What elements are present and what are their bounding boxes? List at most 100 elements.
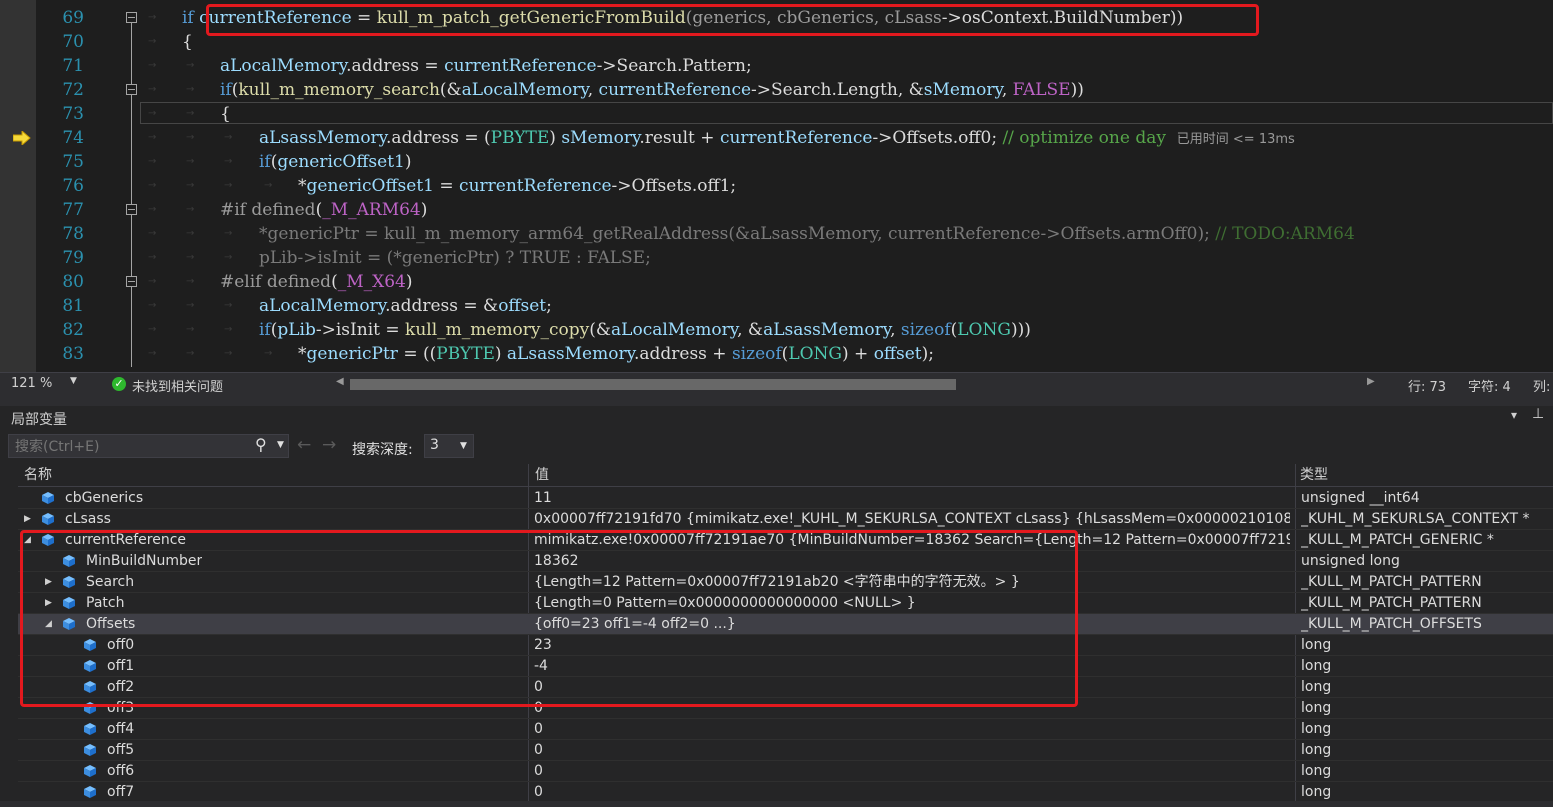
field-cube-icon <box>84 723 96 735</box>
code-line-72[interactable]: 72 → → if(kull_m_memory_search(&aLocalMem… <box>0 78 1553 102</box>
variable-value[interactable]: {Length=12 Pattern=0x00007ff72191ab20 <字… <box>534 572 1290 593</box>
code-editor[interactable]: 69 → if currentReference = kull_m_patch_… <box>0 0 1553 372</box>
line-number: 73 <box>62 104 84 124</box>
col-indicator: 列: <box>1533 380 1551 395</box>
field-cube-icon <box>84 660 96 672</box>
arrow-left-icon[interactable]: ← <box>297 435 311 455</box>
table-row[interactable]: MinBuildNumber 18362 unsigned long <box>18 551 1553 572</box>
collapse-arrow-icon[interactable]: ◢ <box>24 530 31 551</box>
locals-grid[interactable]: 名称 值 类型 cbGenerics 11 unsigned __int64 ▶ cLs… <box>18 464 1553 807</box>
field-cube-icon <box>84 744 96 756</box>
line-number: 70 <box>62 32 84 52</box>
variable-name: Search <box>86 574 135 590</box>
code-line-76[interactable]: 76 → → → → *genericOffset1 = currentReferen… <box>0 174 1553 198</box>
variable-value[interactable]: {Length=0 Pattern=0x0000000000000000 <NU… <box>534 593 1290 614</box>
perf-tip: 已用时间 <= 13ms <box>1176 132 1295 147</box>
horizontal-scrollbar[interactable] <box>350 379 956 390</box>
chevron-down-icon[interactable]: ▼ <box>70 376 77 386</box>
collapse-arrow-icon[interactable]: ◢ <box>45 614 52 635</box>
column-header-type[interactable]: 类型 <box>1300 464 1328 486</box>
table-row[interactable]: cbGenerics 11 unsigned __int64 <box>18 488 1553 509</box>
table-row[interactable]: off0 23 long <box>18 635 1553 656</box>
table-row[interactable]: off4 0 long <box>18 719 1553 740</box>
variable-value[interactable]: {off0=23 off1=-4 off2=0 ...} <box>534 614 1290 635</box>
line-number: 72 <box>62 80 84 100</box>
variable-value[interactable]: 0 <box>534 740 1290 761</box>
variable-value[interactable]: 0 <box>534 698 1290 719</box>
collapse-toggle-icon[interactable] <box>126 276 137 287</box>
variable-name: currentReference <box>65 532 187 548</box>
code-line-75[interactable]: 75 → → → if(genericOffset1) <box>0 150 1553 174</box>
variable-type: long <box>1301 721 1332 737</box>
table-row[interactable]: ▶ cLsass 0x00007ff72191fd70 {mimikatz.exe!… <box>18 509 1553 530</box>
variable-value[interactable]: 11 <box>534 488 1290 509</box>
zoom-level[interactable]: 121 % <box>11 376 52 391</box>
column-header-value[interactable]: 值 <box>535 464 549 486</box>
table-row[interactable]: off3 0 long <box>18 698 1553 719</box>
panel-title: 局部变量 <box>11 412 67 428</box>
search-box[interactable]: ⚲ ▼ <box>8 434 289 458</box>
table-row[interactable]: ◢ currentReference mimikatz.exe!0x00007ff7… <box>18 530 1553 551</box>
search-depth-value: 3 <box>430 437 439 453</box>
code-text: aLocalMemory.address = currentReference-… <box>220 56 752 76</box>
table-row[interactable]: off7 0 long <box>18 782 1553 803</box>
variable-type: _KULL_M_PATCH_PATTERN <box>1301 595 1482 611</box>
code-line-79[interactable]: 79 → → → pLib->isInit = (*genericPtr) ? TR… <box>0 246 1553 270</box>
variable-value[interactable]: 23 <box>534 635 1290 656</box>
code-line-73[interactable]: 73 → → { <box>0 102 1553 126</box>
table-row[interactable]: off6 0 long <box>18 761 1553 782</box>
field-cube-icon <box>63 597 75 609</box>
code-line-82[interactable]: 82 → → → if(pLib->isInit = kull_m_memory_c… <box>0 318 1553 342</box>
variable-value[interactable]: 18362 <box>534 551 1290 572</box>
field-cube-icon <box>42 492 54 504</box>
code-line-74[interactable]: 74 → → → aLsassMemory.address = (PBYTE) sM… <box>0 126 1553 150</box>
table-row[interactable]: ◢ Offsets {off0=23 off1=-4 off2=0 ...} _KUL… <box>18 614 1553 635</box>
table-row[interactable]: ▶ Search {Length=12 Pattern=0x00007ff72191… <box>18 572 1553 593</box>
field-cube-icon <box>84 681 96 693</box>
code-line-69[interactable]: 69 → if currentReference = kull_m_patch_… <box>0 6 1553 30</box>
pin-icon[interactable]: ⊥ <box>1532 406 1544 422</box>
table-row[interactable]: ▶ Patch {Length=0 Pattern=0x00000000000000… <box>18 593 1553 614</box>
char-indicator: 字符: 4 <box>1468 380 1511 395</box>
variable-value[interactable]: 0 <box>534 677 1290 698</box>
variable-value[interactable]: 0 <box>534 719 1290 740</box>
variable-value[interactable]: -4 <box>534 656 1290 677</box>
search-input[interactable] <box>13 437 247 457</box>
code-text: { <box>220 104 231 124</box>
field-cube-icon <box>63 576 75 588</box>
scroll-left-icon[interactable]: ◀ <box>336 376 344 387</box>
code-text: *genericPtr = ((PBYTE) aLsassMemory.addr… <box>298 344 934 364</box>
code-text: *genericOffset1 = currentReference->Offs… <box>298 176 737 196</box>
code-line-83[interactable]: 83 → → → → *genericPtr = ((PBYTE) aLsassMem… <box>0 342 1553 366</box>
variable-value[interactable]: 0 <box>534 782 1290 803</box>
code-line-71[interactable]: 71 → → aLocalMemory.address = currentRefe… <box>0 54 1553 78</box>
line-number: 83 <box>62 344 84 364</box>
arrow-right-icon[interactable]: → <box>322 435 336 455</box>
variable-type: _KULL_M_PATCH_GENERIC * <box>1301 532 1494 548</box>
variable-value[interactable]: 0 <box>534 761 1290 782</box>
chevron-down-icon[interactable]: ▼ <box>460 441 467 451</box>
chevron-down-icon[interactable]: ▼ <box>277 440 284 450</box>
window-position-dropdown-icon[interactable]: ▾ <box>1511 408 1517 422</box>
table-row[interactable]: off2 0 long <box>18 677 1553 698</box>
issues-indicator[interactable]: 未找到相关问题 <box>132 376 223 395</box>
collapse-toggle-icon[interactable] <box>126 204 137 215</box>
expand-arrow-icon[interactable]: ▶ <box>45 593 52 614</box>
search-depth-select[interactable]: 3 ▼ <box>424 434 474 458</box>
scroll-right-icon[interactable]: ▶ <box>1367 376 1375 387</box>
table-row[interactable]: off5 0 long <box>18 740 1553 761</box>
variable-value[interactable]: 0x00007ff72191fd70 {mimikatz.exe!_KUHL_M… <box>534 509 1290 530</box>
code-line-80[interactable]: 80 → → #elif defined(_M_X64) <box>0 270 1553 294</box>
code-line-78[interactable]: 78 → → → *genericPtr = kull_m_memory_arm64… <box>0 222 1553 246</box>
code-line-70[interactable]: 70 → { <box>0 30 1553 54</box>
expand-arrow-icon[interactable]: ▶ <box>45 572 52 593</box>
line-number: 69 <box>62 8 84 28</box>
code-line-81[interactable]: 81 → → → aLocalMemory.address = &offset; <box>0 294 1553 318</box>
variable-value[interactable]: mimikatz.exe!0x00007ff72191ae70 {MinBuil… <box>534 530 1290 551</box>
table-row[interactable]: off1 -4 long <box>18 656 1553 677</box>
code-line-77[interactable]: 77 → → #if defined(_M_ARM64) <box>0 198 1553 222</box>
column-header-name[interactable]: 名称 <box>24 464 52 486</box>
collapse-toggle-icon[interactable] <box>126 84 137 95</box>
search-icon[interactable]: ⚲ <box>255 435 267 454</box>
expand-arrow-icon[interactable]: ▶ <box>24 509 31 530</box>
